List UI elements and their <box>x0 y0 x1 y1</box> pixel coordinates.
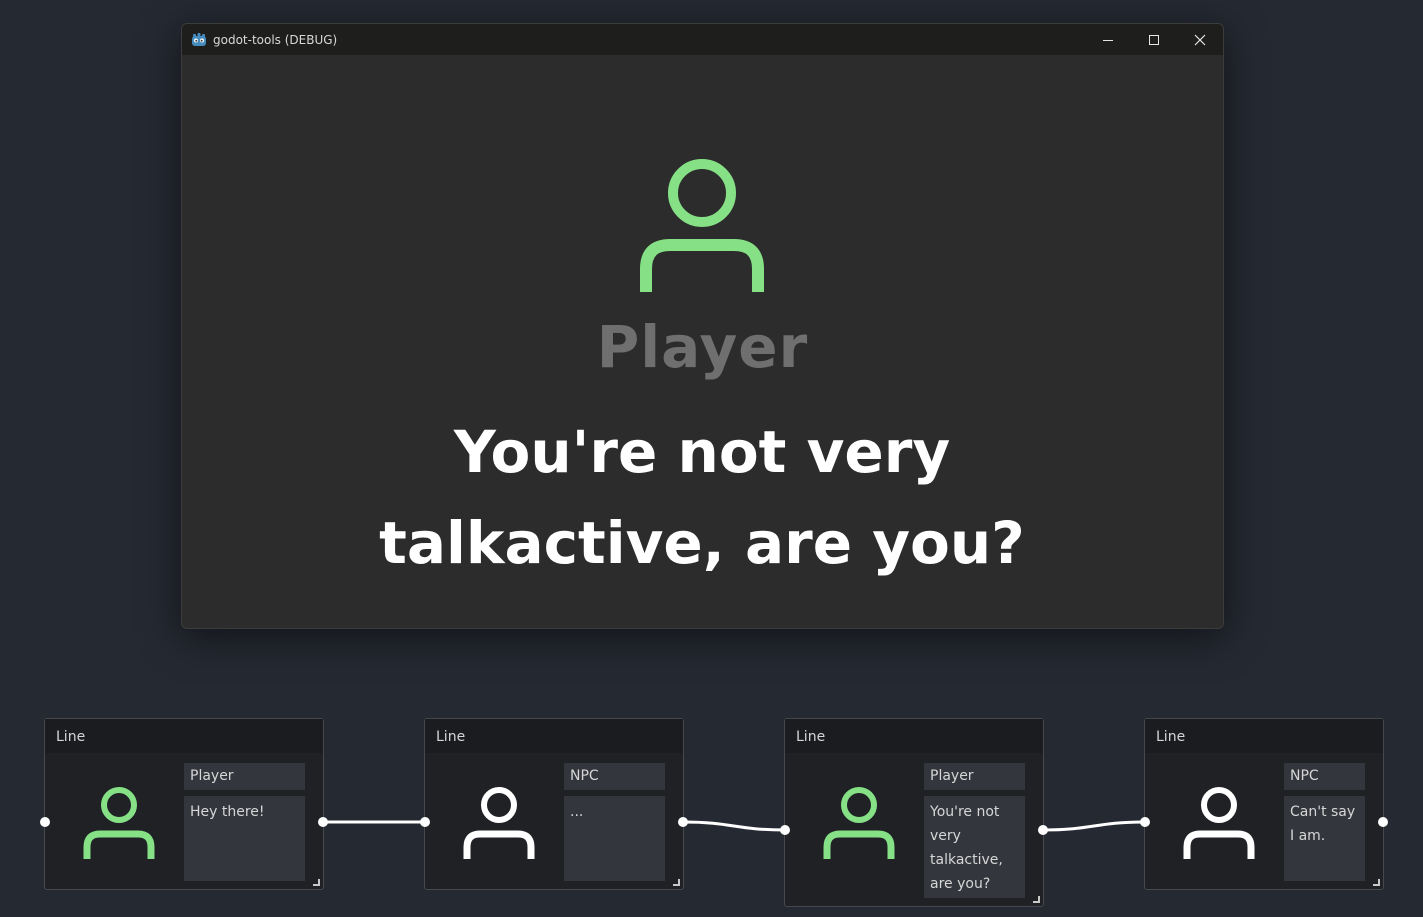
output-port <box>1038 825 1048 835</box>
input-port <box>780 825 790 835</box>
output-port <box>678 817 688 827</box>
graph-ports <box>40 817 1388 835</box>
output-port <box>1378 817 1388 827</box>
input-port <box>1140 817 1150 827</box>
input-port <box>40 817 50 827</box>
output-port <box>318 817 328 827</box>
input-port <box>420 817 430 827</box>
